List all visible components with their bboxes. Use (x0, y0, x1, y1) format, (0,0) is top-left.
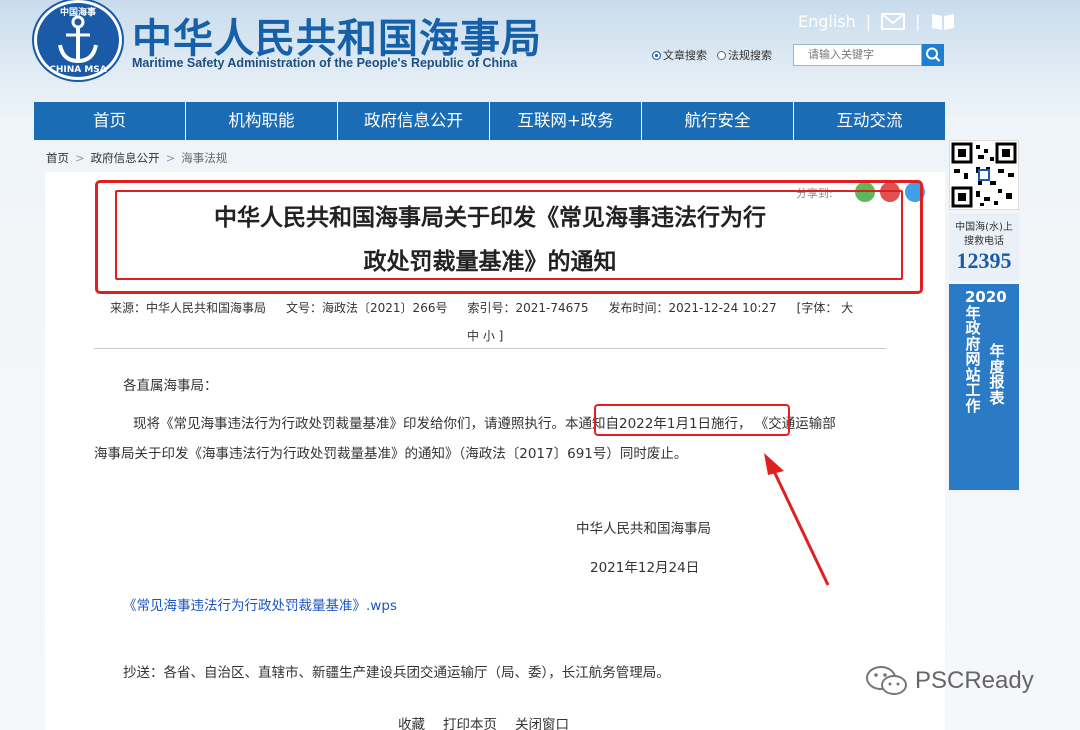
meta-doc-no: 文号：海政法〔2021〕266号 (286, 301, 448, 315)
paragraph-2: 海事局关于印发《海事违法行为行政处罚裁量基准》的通知》（海政法〔2017〕691… (94, 446, 688, 462)
cc-line: 抄送：各省、自治区、直辖市、新疆生产建设兵团交通运输厅（局、委），长江航务管理局… (123, 665, 670, 681)
radio-article[interactable]: 文章搜索 (652, 47, 707, 63)
annual-report-banner[interactable]: 2020年政府网站工作 年度报表 (949, 284, 1019, 490)
main-nav: 首页 机构职能 政府信息公开 互联网+政务 航行安全 互动交流 (34, 102, 945, 140)
salutation: 各直属海事局： (123, 378, 218, 394)
breadcrumb: 首页 > 政府信息公开 > 海事法规 (46, 151, 228, 165)
meta-publish-time: 发布时间：2021-12-24 10:27 (608, 301, 777, 315)
hotline-label-1: 中国海(水)上 (955, 222, 1013, 233)
favorite-link[interactable]: 收藏 (398, 713, 425, 730)
font-size-options[interactable]: 中 小 ] (467, 327, 503, 344)
nav-internet-gov[interactable]: 互联网+政务 (490, 102, 641, 140)
site-title-en: Maritime Safety Administration of the Pe… (132, 56, 518, 70)
book-icon[interactable] (931, 12, 955, 31)
attachment-link[interactable]: 《常见海事违法行为行政处罚裁量基准》.wps (123, 594, 397, 614)
nav-gov-info[interactable]: 政府信息公开 (338, 102, 489, 140)
signature: 中华人民共和国海事局 (576, 521, 711, 537)
divider (94, 348, 886, 349)
hotline-number: 12395 (956, 248, 1012, 273)
search-icon (926, 47, 941, 62)
article-title: 中华人民共和国海事局关于印发《常见海事违法行为行 政处罚裁量基准》的通知 (120, 196, 860, 284)
search-options: 文章搜索 法规搜索 (652, 47, 772, 63)
meta-index-no: 索引号：2021-74675 (467, 301, 589, 315)
annual-report-col2: 年度报表 (989, 342, 1005, 407)
close-window-link[interactable]: 关闭窗口 (515, 713, 569, 730)
article-title-line1: 中华人民共和国海事局关于印发《常见海事违法行为行 (214, 205, 766, 231)
article-meta: 来源：中华人民共和国海事局 文号：海政法〔2021〕266号 索引号：2021-… (110, 299, 853, 316)
signature-date: 2021年12月24日 (590, 560, 700, 576)
site-header: 中国海事 CHINA MSA 中华人民共和国海事局 Maritime Safet… (0, 0, 1080, 100)
article-title-line2: 政处罚裁量基准》的通知 (363, 249, 617, 275)
nav-interaction[interactable]: 互动交流 (794, 102, 945, 140)
rescue-hotline[interactable]: 中国海(水)上 搜救电话 12395 (949, 213, 1019, 281)
breadcrumb-current[interactable]: 海事法规 (181, 151, 227, 165)
mail-icon[interactable] (881, 13, 906, 30)
effective-date-highlight (594, 404, 790, 436)
top-links: English | | (798, 12, 955, 31)
qr-code-icon (951, 142, 1017, 208)
red-arrow-annotation (764, 453, 830, 586)
annual-report-col1: 2020年政府网站工作 (965, 288, 1007, 415)
paragraph-1-a: 现将《常见海事违法行为行政处罚裁量基准》印发给你们，请遵照执行。 (133, 416, 565, 432)
nav-home[interactable]: 首页 (34, 102, 185, 140)
qr-code (949, 140, 1019, 210)
breadcrumb-gov-info[interactable]: 政府信息公开 (91, 151, 160, 165)
separator: | (915, 12, 921, 31)
msa-logo[interactable]: 中国海事 CHINA MSA (34, 0, 122, 80)
nav-navigation-safety[interactable]: 航行安全 (642, 102, 793, 140)
english-link[interactable]: English (798, 12, 856, 31)
article-actions: 收藏 打印本页 关闭窗口 (398, 713, 569, 730)
anchor-icon (58, 15, 98, 64)
logo-text-bottom: CHINA MSA (49, 65, 107, 75)
nav-org-functions[interactable]: 机构职能 (186, 102, 337, 140)
print-link[interactable]: 打印本页 (443, 713, 497, 730)
separator: | (865, 12, 872, 31)
meta-source: 来源：中华人民共和国海事局 (110, 301, 267, 315)
watermark-text: PSCReady (915, 667, 1034, 694)
breadcrumb-home[interactable]: 首页 (46, 151, 69, 165)
watermark: PSCReady (865, 664, 1034, 698)
wechat-icon (866, 666, 907, 695)
hotline-label-2: 搜救电话 (964, 236, 1004, 247)
radio-law[interactable]: 法规搜索 (717, 47, 772, 63)
search-input[interactable]: 请输入关键字 (793, 44, 922, 66)
search-button[interactable] (922, 44, 944, 66)
font-size-large[interactable]: [字体： 大 (797, 299, 854, 316)
